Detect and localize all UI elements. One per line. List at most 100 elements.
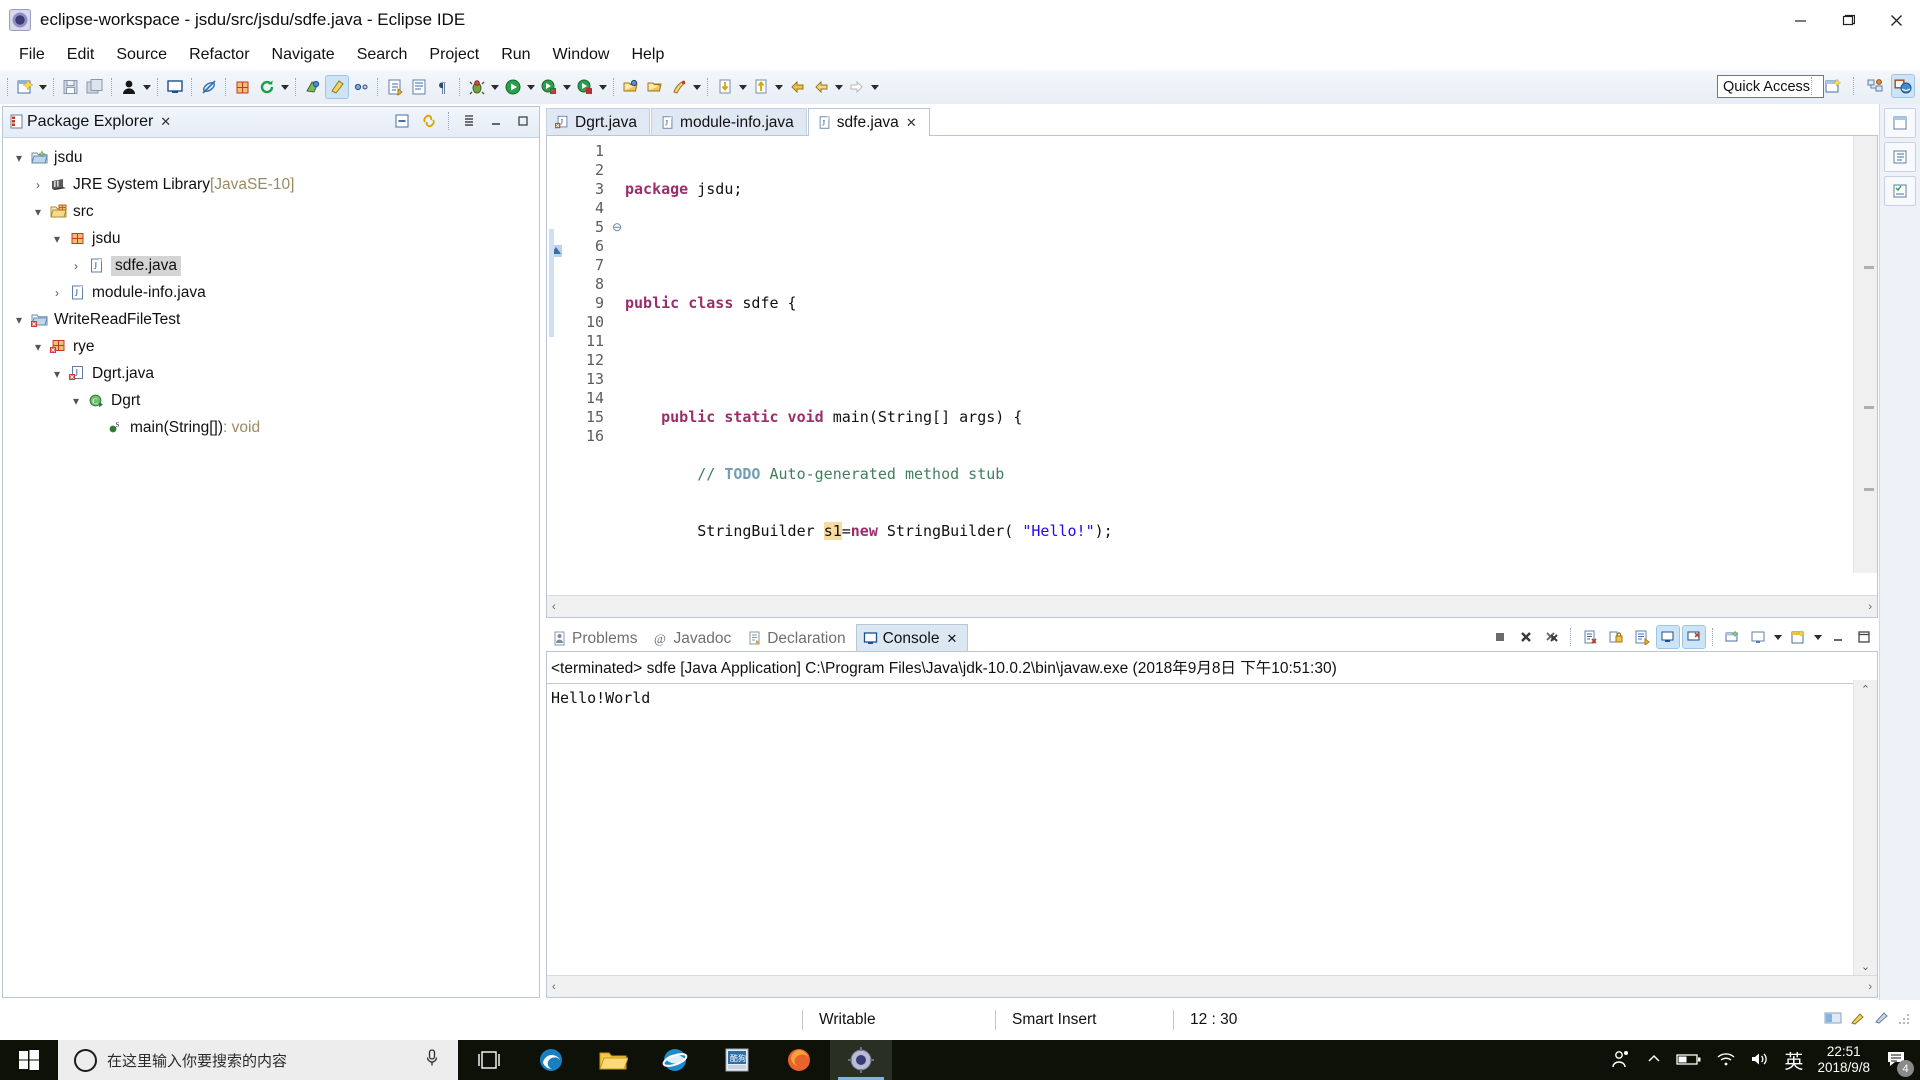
windows-start-icon[interactable]	[0, 1040, 58, 1080]
view-menu-icon[interactable]	[458, 110, 480, 132]
close-icon[interactable]: ✕	[160, 114, 171, 130]
show-hidden-icons-icon[interactable]	[1646, 1051, 1662, 1070]
display-selected-console-icon[interactable]	[1656, 625, 1680, 649]
run-as-dropdown-icon[interactable]	[141, 76, 153, 98]
search-icon[interactable]	[302, 76, 324, 98]
maximize-view-icon[interactable]	[512, 110, 534, 132]
volume-icon[interactable]	[1750, 1051, 1770, 1070]
console-output[interactable]: Hello!World	[547, 684, 1877, 712]
debug-icon[interactable]	[466, 76, 488, 98]
outline-view-icon[interactable]	[1884, 142, 1916, 172]
refresh-icon[interactable]	[256, 76, 278, 98]
tree-item-writereadfiletest[interactable]: ▾ WriteReadFileTest	[3, 306, 539, 333]
link-with-editor-icon[interactable]	[350, 76, 372, 98]
marker-column[interactable]	[547, 136, 565, 595]
java-perspective-icon[interactable]	[1864, 75, 1886, 97]
tree-item-dgrt[interactable]: ▾ C Dgrt	[3, 387, 539, 414]
taskbar-app-firefox-icon[interactable]	[768, 1040, 830, 1080]
wifi-icon[interactable]	[1716, 1051, 1736, 1070]
chevron-right-icon[interactable]: ›	[66, 259, 86, 273]
menu-source[interactable]: Source	[105, 43, 178, 67]
taskbar-app-media-player-icon[interactable]: 酷狗	[706, 1040, 768, 1080]
console-view-icon[interactable]	[1747, 626, 1769, 648]
next-annotation-icon[interactable]	[384, 76, 406, 98]
open-task-dropdown-icon[interactable]	[691, 76, 703, 98]
bottom-tab-declaration[interactable]: Declaration	[741, 625, 855, 652]
scroll-right-icon[interactable]: ›	[1863, 981, 1877, 993]
editor-tab-sdfe-java[interactable]: Jsdfe.java ✕	[807, 108, 930, 136]
pilcrow-icon[interactable]: ¶	[432, 76, 454, 98]
task-view-icon[interactable]	[458, 1040, 520, 1080]
taskbar-clock[interactable]: 22:51 2018/9/8	[1817, 1044, 1870, 1076]
coverage-dropdown-icon[interactable]	[597, 76, 609, 98]
save-all-icon[interactable]	[84, 76, 106, 98]
editor-horizontal-scrollbar[interactable]: ‹ ›	[547, 595, 1877, 617]
back-icon[interactable]	[786, 76, 808, 98]
chevron-right-icon[interactable]: ›	[47, 286, 67, 300]
minimize-button[interactable]	[1776, 0, 1824, 40]
open-task-icon[interactable]	[668, 76, 690, 98]
new-console-view-icon[interactable]	[1787, 626, 1809, 648]
fold-collapse-icon[interactable]: ⊖	[609, 218, 625, 237]
taskbar-app-eclipse-icon[interactable]	[830, 1040, 892, 1080]
maximize-button[interactable]	[1824, 0, 1872, 40]
tree-item-jsdu[interactable]: ▾ jsdu	[3, 144, 539, 171]
bottom-tab-problems[interactable]: Problems	[546, 625, 647, 652]
taskbar-app-edge-icon[interactable]	[520, 1040, 582, 1080]
resize-grip-icon[interactable]	[1898, 1011, 1912, 1030]
people-icon[interactable]	[1610, 1049, 1632, 1072]
terminate-icon[interactable]	[1489, 626, 1511, 648]
tree-item-sdfe-java[interactable]: › Jsdfe.java	[3, 252, 539, 279]
menu-navigate[interactable]: Navigate	[261, 43, 346, 67]
tree-item-rye[interactable]: ▾ rye	[3, 333, 539, 360]
bottom-tab-javadoc[interactable]: @ Javadoc	[647, 625, 741, 652]
chevron-down-icon[interactable]: ▾	[28, 340, 48, 354]
new-console-dropdown-icon[interactable]	[1812, 626, 1824, 648]
menu-project[interactable]: Project	[418, 43, 490, 67]
battery-icon[interactable]	[1676, 1051, 1702, 1070]
forward-icon[interactable]	[846, 76, 868, 98]
minimize-panel-icon[interactable]	[1827, 626, 1849, 648]
editor-pane[interactable]: 1 2 3 4 5 6 7 8 9 10 11 12 13 14 15 16 ⊖ package jsdu; …	[547, 136, 1877, 595]
scroll-left-icon[interactable]: ‹	[547, 981, 561, 993]
maximize-panel-icon[interactable]	[1853, 626, 1875, 648]
debug-dropdown-icon[interactable]	[489, 76, 501, 98]
console-dropdown-icon[interactable]	[1772, 626, 1784, 648]
menu-run[interactable]: Run	[490, 43, 541, 67]
remove-all-launches-icon[interactable]	[1541, 626, 1563, 648]
clear-console-icon[interactable]	[1579, 626, 1601, 648]
new-wizard-icon[interactable]	[14, 76, 36, 98]
open-console-icon[interactable]	[164, 76, 186, 98]
tree-item-module-info-java[interactable]: › Jmodule-info.java	[3, 279, 539, 306]
menu-window[interactable]: Window	[542, 43, 621, 67]
microphone-icon[interactable]	[424, 1048, 440, 1072]
open-console-new-icon[interactable]	[1721, 626, 1743, 648]
scroll-down-icon[interactable]: ⌄	[1854, 960, 1877, 973]
taskbar-app-internet-explorer-icon[interactable]	[644, 1040, 706, 1080]
chevron-down-icon[interactable]: ▾	[47, 367, 67, 381]
scroll-right-icon[interactable]: ›	[1863, 601, 1877, 613]
collapse-all-icon[interactable]	[391, 110, 413, 132]
scroll-up-icon[interactable]: ⌃	[1854, 680, 1877, 696]
folding-column[interactable]: ⊖	[609, 136, 625, 595]
remove-launch-icon[interactable]	[1515, 626, 1537, 648]
forward-dropdown-icon[interactable]	[869, 76, 881, 98]
java-ee-perspective-icon[interactable]	[1891, 74, 1915, 98]
tree-item-main-string-[interactable]: Smain(String[]) : void	[3, 414, 539, 441]
taskbar-app-file-explorer-icon[interactable]	[582, 1040, 644, 1080]
tree-item-jre-system-library[interactable]: › JRE System Library [JavaSE-10]	[3, 171, 539, 198]
editor-tab-dgrt-java[interactable]: J Dgrt.java	[546, 108, 651, 136]
new-java-package-icon[interactable]	[232, 76, 254, 98]
close-button[interactable]	[1872, 0, 1920, 40]
close-console-icon[interactable]	[1682, 625, 1706, 649]
menu-search[interactable]: Search	[346, 43, 419, 67]
minimize-view-icon[interactable]	[485, 110, 507, 132]
chevron-down-icon[interactable]: ▾	[28, 205, 48, 219]
run-as-person-icon[interactable]	[118, 76, 140, 98]
notifications-icon[interactable]: 4	[1884, 1047, 1914, 1077]
code-text[interactable]: package jsdu; public class sdfe { public…	[625, 136, 1853, 595]
scroll-lock-icon[interactable]	[1605, 626, 1627, 648]
heap-status-icon[interactable]	[1824, 1011, 1842, 1030]
task-list-icon[interactable]	[1884, 176, 1916, 206]
run-icon[interactable]	[502, 76, 524, 98]
